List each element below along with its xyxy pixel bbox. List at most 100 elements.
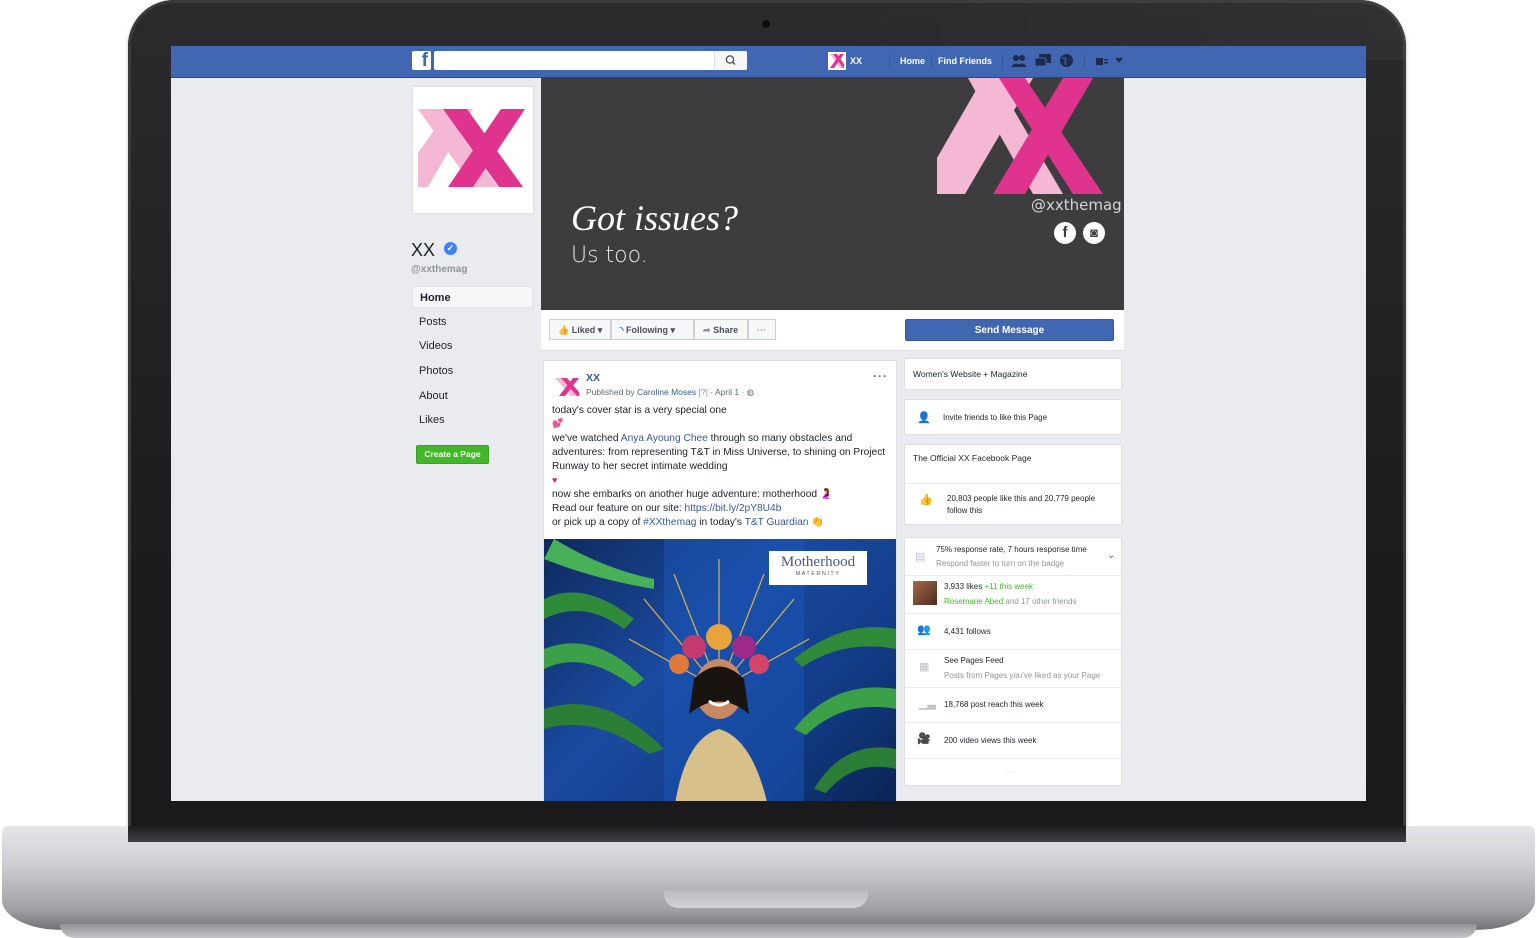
help-link[interactable]: [?] bbox=[696, 387, 707, 397]
likes-count-line: 3,933 likes +11 this week bbox=[944, 582, 1034, 591]
globe-icon: ◍ bbox=[746, 387, 755, 397]
motherhood-maternity-logo: Motherhood MATERNITY bbox=[769, 551, 867, 585]
invite-friends-link[interactable]: Invite friends to like this Page bbox=[943, 413, 1047, 422]
search-icon bbox=[725, 55, 736, 65]
friend-name-link[interactable]: Rosemarie Abed bbox=[944, 597, 1003, 606]
divider bbox=[905, 687, 1121, 688]
sidebar-item-about[interactable]: About bbox=[412, 385, 533, 407]
search-input[interactable] bbox=[434, 51, 747, 70]
tt-guardian-link[interactable]: T&T Guardian bbox=[745, 517, 809, 528]
hashtag-link[interactable]: #XXthemag bbox=[643, 517, 696, 528]
about-box: The Official XX Facebook Page 👍 20,803 p… bbox=[904, 444, 1122, 525]
sidebar-item-videos[interactable]: Videos bbox=[412, 335, 533, 357]
thumbs-up-icon: 👍 bbox=[919, 494, 933, 506]
nav-find-friends[interactable]: Find Friends bbox=[938, 56, 992, 66]
post-date[interactable]: · April 1 · bbox=[708, 387, 747, 397]
page-title: XX bbox=[411, 240, 436, 260]
create-page-button[interactable]: Create a Page bbox=[416, 445, 489, 464]
post-options-icon[interactable]: ··· bbox=[873, 369, 888, 383]
response-badge-hint: Respond faster to turn on the badge bbox=[936, 559, 1065, 568]
nav-home[interactable]: Home bbox=[900, 56, 925, 66]
help-icon[interactable] bbox=[1096, 56, 1108, 66]
facebook-circle-icon: f bbox=[1054, 222, 1076, 244]
hearts-emoji-icon: 💕 bbox=[552, 418, 564, 428]
page-shortcut-name[interactable]: XX bbox=[850, 56, 862, 66]
post-text-line: Runway to her secret intimate wedding bbox=[552, 461, 728, 472]
response-rate: 75% response rate, 7 hours response time bbox=[936, 545, 1087, 554]
sidebar-item-photos[interactable]: Photos bbox=[412, 360, 533, 382]
thumbs-up-icon: 👍 bbox=[558, 325, 570, 335]
friend-requests-icon[interactable] bbox=[1011, 54, 1027, 68]
publisher-link[interactable]: Caroline Moses bbox=[637, 387, 696, 397]
xx-logo bbox=[418, 109, 525, 187]
published-by-label: Published by bbox=[586, 387, 638, 397]
pregnant-woman-emoji-icon: 🤰 bbox=[819, 489, 833, 500]
nav-divider bbox=[931, 54, 932, 68]
post-author-avatar[interactable] bbox=[553, 372, 581, 400]
cover-xx-logo bbox=[937, 78, 1103, 194]
pages-feed-icon: ▦ bbox=[919, 661, 930, 673]
facebook-logo[interactable]: f bbox=[412, 50, 431, 71]
likes-follow-line2: follow this bbox=[947, 506, 983, 515]
notifications-globe-icon[interactable] bbox=[1059, 53, 1074, 68]
page-description: The Official XX Facebook Page bbox=[913, 453, 1032, 463]
nav-divider bbox=[1002, 54, 1003, 68]
more-actions-button[interactable]: ··· bbox=[748, 319, 776, 340]
rss-icon: ◝ bbox=[620, 325, 624, 335]
divider bbox=[905, 649, 1121, 650]
share-button[interactable]: ➦ Share bbox=[694, 319, 748, 340]
heart-emoji-icon: ♥ bbox=[552, 475, 558, 485]
clap-emoji-icon: 👏 bbox=[811, 517, 824, 528]
see-more-button[interactable]: ··· bbox=[1006, 768, 1014, 777]
send-message-button[interactable]: Send Message bbox=[905, 319, 1114, 341]
anya-ayoung-chee-link[interactable]: Anya Ayoung Chee bbox=[621, 433, 708, 444]
screen: f XX Home Find Friends XX ✓ @xxthemag Ho… bbox=[171, 46, 1366, 801]
see-pages-feed-link[interactable]: See Pages Feed bbox=[944, 656, 1004, 665]
page-category[interactable]: Women's Website + Magazine bbox=[913, 369, 1027, 379]
followers-icon: 👥 bbox=[917, 624, 931, 636]
webcam bbox=[762, 20, 770, 28]
page-profile-picture[interactable] bbox=[412, 86, 534, 214]
friend-avatar[interactable] bbox=[913, 581, 937, 605]
nav-divider bbox=[889, 54, 890, 68]
page-handle[interactable]: @xxthemag bbox=[411, 264, 467, 275]
page-shortcut-avatar[interactable] bbox=[828, 52, 846, 70]
instagram-circle-icon: ◙ bbox=[1083, 222, 1105, 244]
divider bbox=[905, 483, 1121, 484]
messages-icon[interactable] bbox=[1035, 54, 1051, 68]
add-friend-icon: 👤 bbox=[917, 412, 931, 424]
liked-button[interactable]: 👍 Liked ▾ bbox=[549, 319, 611, 340]
post-author[interactable]: XX bbox=[586, 372, 600, 384]
laptop-hinge bbox=[128, 826, 1406, 842]
cover-photo[interactable]: Got issues? Us too. @xxthemag f ◙ bbox=[541, 78, 1124, 310]
following-button[interactable]: ◝ Following ▾ bbox=[611, 319, 694, 340]
laptop-base-bottom bbox=[60, 924, 1477, 938]
cover-subline: Us too. bbox=[571, 243, 648, 268]
chevron-down-icon[interactable]: ⌄ bbox=[1107, 550, 1115, 561]
video-views[interactable]: 200 video views this week bbox=[944, 736, 1037, 745]
post-reach[interactable]: 18,768 post reach this week bbox=[944, 700, 1044, 709]
sidebar-item-likes[interactable]: Likes bbox=[412, 409, 533, 431]
sidebar-item-home[interactable]: Home bbox=[412, 286, 533, 308]
share-label: Share bbox=[713, 325, 739, 335]
laptop-notch bbox=[664, 890, 868, 908]
cover-headline: Got issues? bbox=[571, 198, 739, 238]
account-menu-icon[interactable] bbox=[1115, 58, 1123, 64]
page-stats-box: ▤ 75% response rate, 7 hours response ti… bbox=[904, 537, 1122, 786]
post-text-line: or pick up a copy of #XXthemag in today'… bbox=[552, 517, 824, 528]
search-button[interactable] bbox=[714, 51, 747, 70]
reach-chart-icon: ▁▃ bbox=[919, 698, 936, 710]
post-image[interactable]: Motherhood MATERNITY bbox=[544, 539, 896, 801]
invite-box[interactable]: 👤 Invite friends to like this Page bbox=[904, 399, 1122, 435]
likes-week-growth: +11 this week bbox=[984, 582, 1034, 591]
divider bbox=[905, 613, 1121, 614]
following-label: Following bbox=[626, 325, 669, 335]
feature-link[interactable]: https://bit.ly/2pY8U4b bbox=[685, 503, 782, 514]
sidebar-item-posts[interactable]: Posts bbox=[412, 311, 533, 333]
post-text-line: Read our feature on our site: https://bi… bbox=[552, 503, 782, 514]
caret-down-icon: ▾ bbox=[597, 325, 603, 335]
nav-divider bbox=[1084, 54, 1085, 68]
share-arrow-icon: ➦ bbox=[703, 325, 711, 335]
follows-count: 4,431 follows bbox=[944, 627, 991, 636]
liked-label: Liked bbox=[571, 325, 596, 335]
